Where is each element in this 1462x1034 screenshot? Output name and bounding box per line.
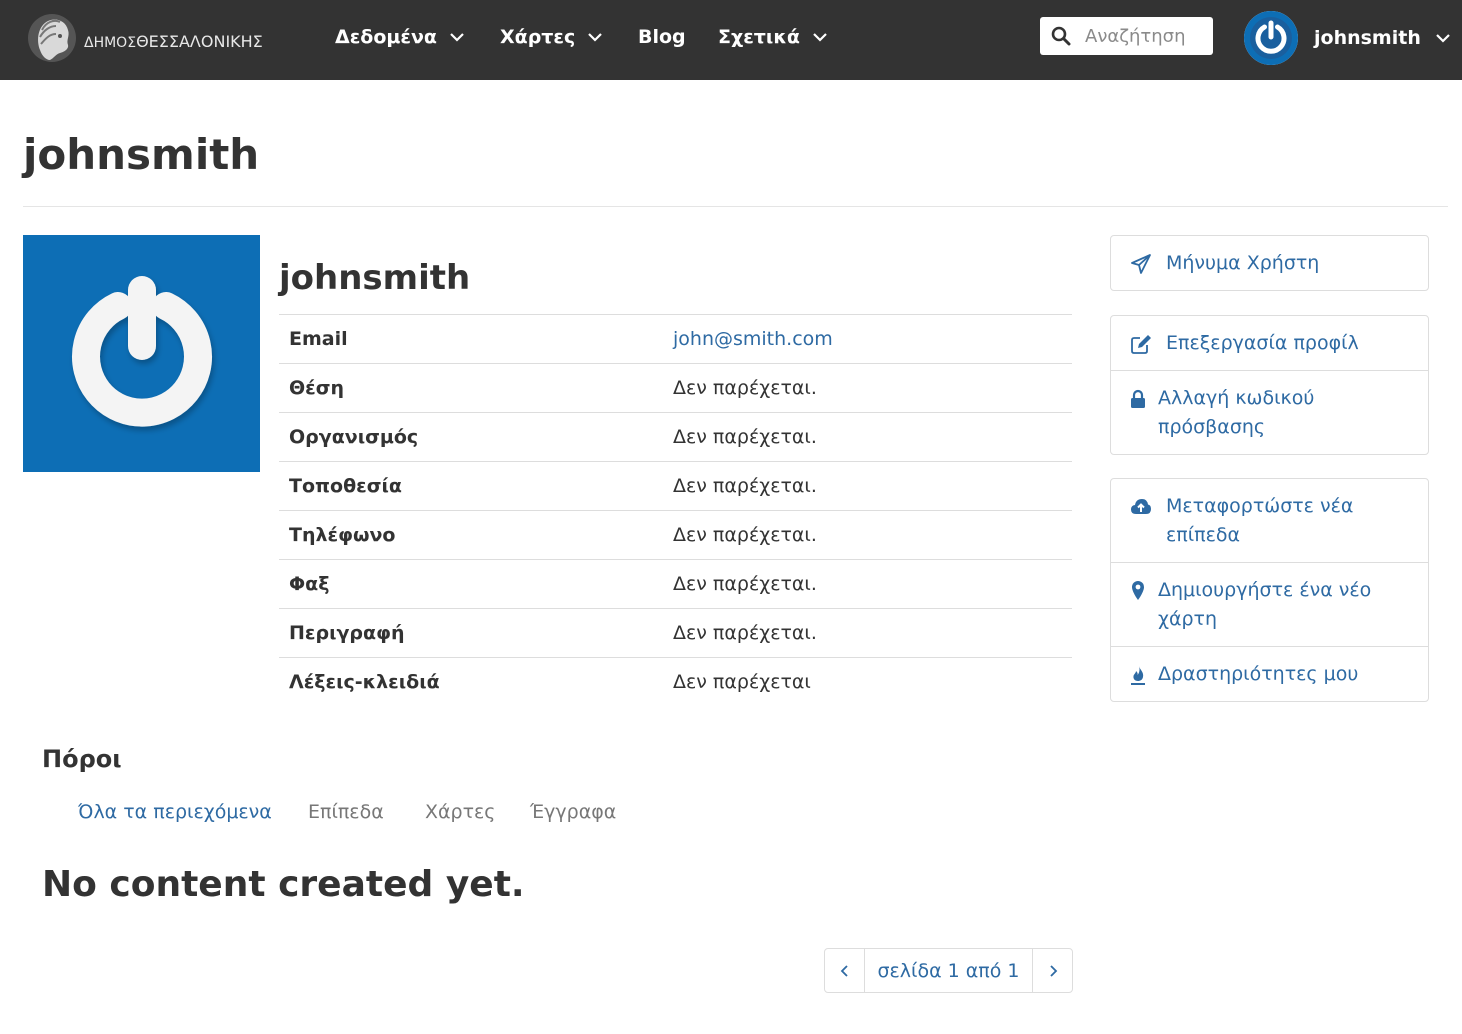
site-logo[interactable]: ΔΗΜΟΣΘΕΣΣΑΛΟΝΙΚΗΣ — [26, 8, 296, 68]
field-value-email: john@smith.com — [664, 315, 1072, 364]
table-row: Τηλέφωνο Δεν παρέχεται. — [279, 510, 1072, 560]
page-title: johnsmith — [23, 130, 260, 179]
field-label-organization: Οργανισμός — [289, 426, 419, 448]
resources-title: Πόροι — [42, 745, 122, 773]
fire-icon — [1131, 666, 1145, 685]
table-row: Λέξεις-κλειδιά Δεν παρέχεται — [279, 657, 1072, 707]
pagination: σελίδα 1 από 1 — [824, 948, 1073, 993]
avatar — [1244, 11, 1298, 65]
edit-profile-label: Επεξεργασία προφίλ — [1166, 332, 1359, 354]
search-box — [1040, 17, 1213, 55]
nav-item-maps[interactable]: Χάρτες — [500, 22, 603, 52]
table-row: Θέση Δεν παρέχεται. — [279, 363, 1072, 413]
my-activities-label: Δραστηριότητες μου — [1158, 663, 1359, 685]
edit-icon — [1131, 335, 1151, 354]
content-actions-panel: Μεταφορτώστε νέα επίπεδα Δημιουργήστε έν… — [1110, 478, 1429, 702]
table-row: Email john@smith.com — [279, 314, 1072, 364]
chevron-down-icon — [450, 33, 464, 42]
tab-maps[interactable]: Χάρτες — [425, 801, 495, 823]
paper-plane-icon — [1131, 254, 1151, 274]
field-value-position: Δεν παρέχεται. — [673, 377, 817, 399]
chevron-right-icon — [1049, 964, 1057, 977]
create-map-button[interactable]: Δημιουργήστε ένα νέο χάρτη — [1111, 562, 1428, 646]
my-activities-button[interactable]: Δραστηριότητες μου — [1111, 646, 1428, 701]
field-label-location: Τοποθεσία — [289, 475, 402, 497]
power-icon — [1244, 11, 1298, 65]
cloud-upload-icon — [1131, 499, 1151, 514]
nav-item-label: Blog — [638, 26, 686, 48]
field-label-keywords: Λέξεις-κλειδιά — [289, 671, 440, 694]
tab-layers[interactable]: Επίπεδα — [308, 801, 384, 823]
user-menu[interactable]: johnsmith — [1244, 11, 1451, 65]
field-value-keywords: Δεν παρέχεται — [673, 671, 811, 694]
nav-item-label: Σχετικά — [718, 26, 800, 48]
tab-documents[interactable]: Έγγραφα — [530, 801, 616, 823]
upload-layers-label: Μεταφορτώστε νέα επίπεδα — [1166, 495, 1354, 546]
nav-item-data[interactable]: Δεδομένα — [335, 22, 465, 52]
chevron-left-icon — [840, 964, 848, 977]
empty-content-message: No content created yet. — [42, 864, 525, 905]
nav-item-label: Δεδομένα — [335, 26, 437, 48]
field-value-description: Δεν παρέχεται. — [673, 622, 817, 644]
field-label-fax: Φαξ — [289, 573, 330, 595]
chevron-down-icon — [813, 33, 827, 42]
search-input[interactable] — [1085, 25, 1205, 47]
nav-item-blog[interactable]: Blog — [638, 22, 686, 52]
upload-layers-button[interactable]: Μεταφορτώστε νέα επίπεδα — [1111, 479, 1428, 562]
lock-icon — [1131, 389, 1145, 408]
search-icon[interactable] — [1051, 26, 1071, 46]
field-value-fax: Δεν παρέχεται. — [673, 573, 817, 595]
field-label-phone: Τηλέφωνο — [289, 524, 396, 546]
email-link[interactable]: john@smith.com — [673, 328, 833, 350]
username: johnsmith — [1314, 27, 1421, 49]
profile-info-table: Email john@smith.com Θέση Δεν παρέχεται.… — [279, 314, 1072, 707]
field-value-location: Δεν παρέχεται. — [673, 475, 817, 497]
logo-text-prefix: ΔΗΜΟΣ — [84, 34, 137, 51]
create-map-label: Δημιουργήστε ένα νέο χάρτη — [1158, 579, 1372, 630]
profile-avatar — [23, 235, 260, 472]
field-value-organization: Δεν παρέχεται. — [673, 426, 817, 448]
top-navbar: ΔΗΜΟΣΘΕΣΣΑΛΟΝΙΚΗΣ Δεδομένα Χάρτες Blog Σ… — [0, 0, 1462, 80]
table-row: Οργανισμός Δεν παρέχεται. — [279, 412, 1072, 462]
message-panel: Μήνυμα Χρήστη — [1110, 235, 1429, 291]
account-panel: Επεξεργασία προφίλ Αλλαγή κωδικού πρόσβα… — [1110, 315, 1429, 455]
message-user-button[interactable]: Μήνυμα Χρήστη — [1111, 236, 1428, 290]
tab-all-content[interactable]: Όλα τα περιεχόμενα — [78, 801, 272, 823]
field-label-description: Περιγραφή — [289, 622, 405, 644]
table-row: Περιγραφή Δεν παρέχεται. — [279, 608, 1072, 658]
power-icon — [71, 275, 212, 427]
chevron-down-icon — [588, 33, 603, 42]
map-marker-icon — [1132, 581, 1144, 600]
logo-text-main: ΘΕΣΣΑΛΟΝΙΚΗΣ — [136, 31, 263, 51]
nav-item-about[interactable]: Σχετικά — [718, 22, 828, 52]
divider — [23, 206, 1448, 207]
table-row: Φαξ Δεν παρέχεται. — [279, 559, 1072, 609]
field-value-phone: Δεν παρέχεται. — [673, 524, 817, 546]
chevron-down-icon — [1436, 34, 1450, 43]
previous-page-button[interactable] — [825, 949, 864, 992]
alexander-head-logo-icon — [28, 14, 76, 62]
message-user-label: Μήνυμα Χρήστη — [1166, 252, 1320, 274]
table-row: Τοποθεσία Δεν παρέχεται. — [279, 461, 1072, 511]
change-password-button[interactable]: Αλλαγή κωδικού πρόσβασης — [1111, 370, 1428, 454]
profile-name: johnsmith — [279, 258, 471, 298]
field-label-position: Θέση — [289, 377, 345, 399]
page-indicator: σελίδα 1 από 1 — [864, 949, 1033, 992]
edit-profile-button[interactable]: Επεξεργασία προφίλ — [1111, 316, 1428, 370]
field-label-email: Email — [289, 328, 348, 350]
next-page-button[interactable] — [1033, 949, 1072, 992]
nav-item-label: Χάρτες — [500, 26, 576, 48]
change-password-label: Αλλαγή κωδικού πρόσβασης — [1158, 387, 1315, 438]
logo-text: ΔΗΜΟΣΘΕΣΣΑΛΟΝΙΚΗΣ — [84, 26, 263, 51]
